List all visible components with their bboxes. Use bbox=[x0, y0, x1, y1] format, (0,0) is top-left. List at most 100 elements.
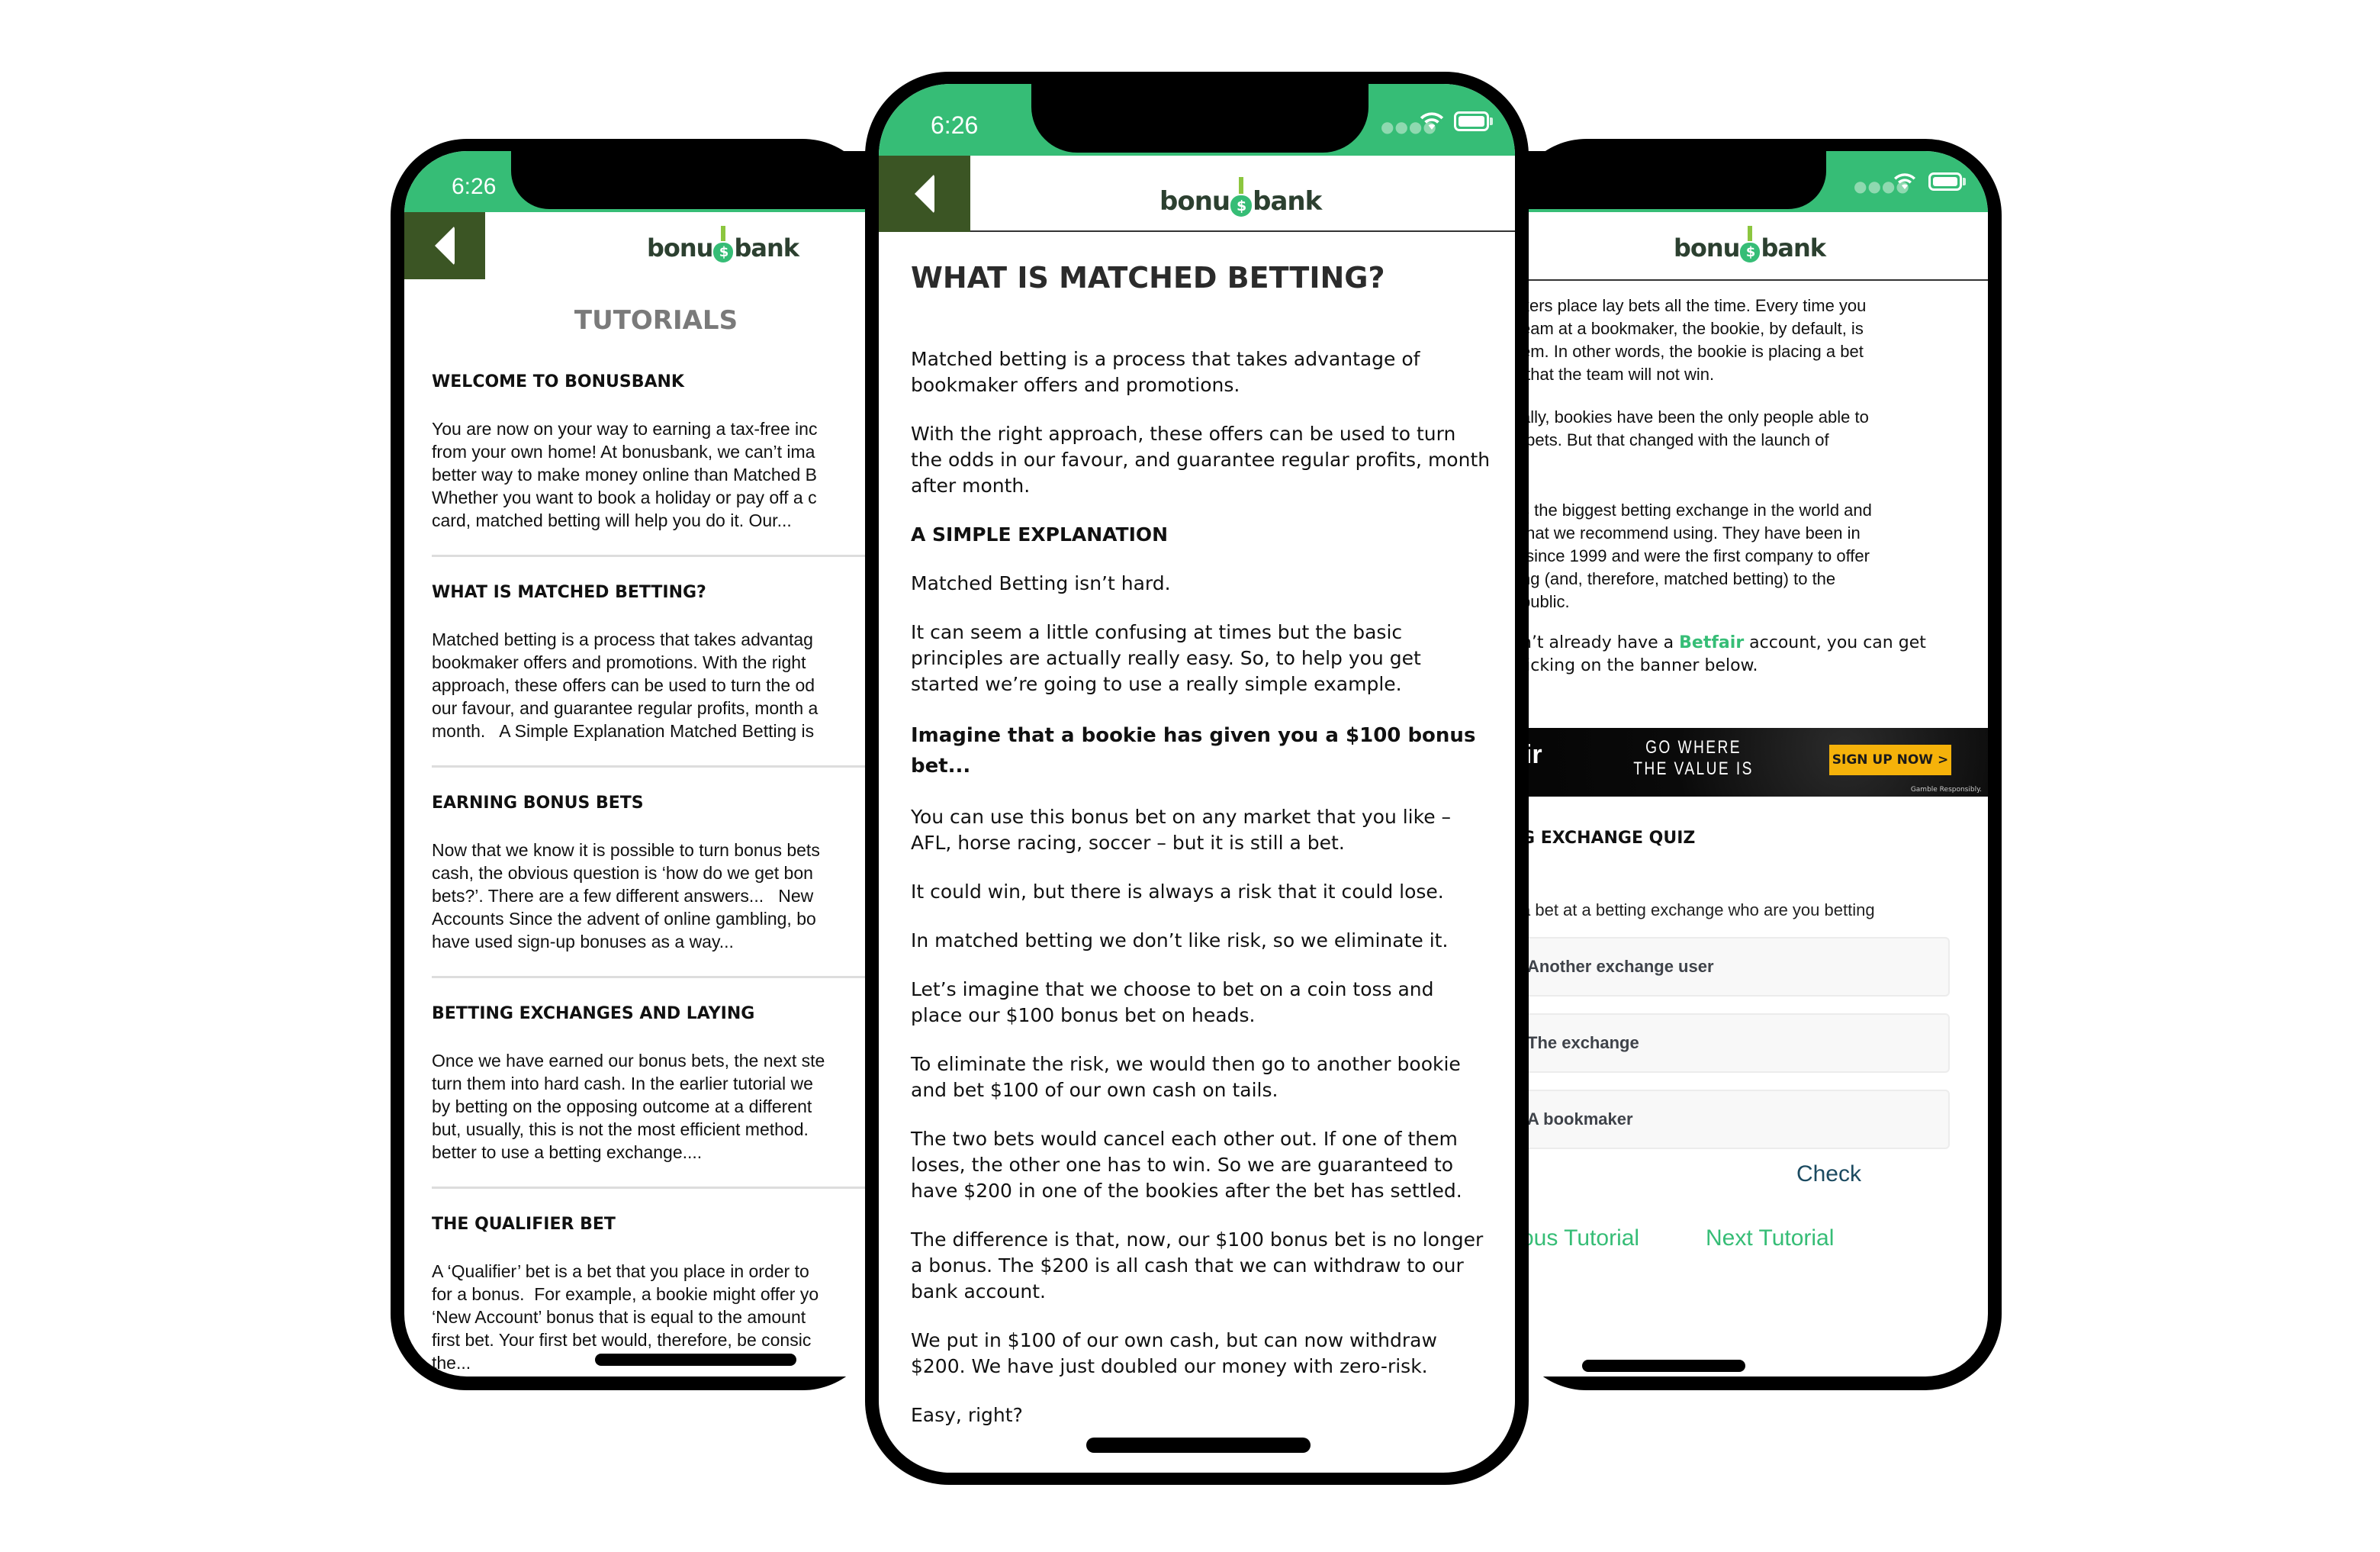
home-indicator bbox=[1086, 1438, 1311, 1453]
tutorial-title: EARNING BONUS BETS bbox=[432, 794, 644, 813]
center-phone-screen: 6:26 ●●●● bonu $ bank WHAT IS MATCHED BE… bbox=[879, 84, 1515, 1473]
paragraph-line: ally, bookies have been the only people … bbox=[1521, 407, 1869, 427]
excerpt-line: turn them into hard cash. In the earlier… bbox=[432, 1074, 813, 1093]
left-phone: 6:26 bonu $ bank TUTORIALS WELCOME TO BO… bbox=[391, 139, 892, 1390]
paragraph-line: public. bbox=[1521, 592, 1570, 611]
left-phone-screen: 6:26 bonu $ bank TUTORIALS WELCOME TO BO… bbox=[404, 151, 892, 1377]
article-paragraph: We put in $100 of our own cash, but can … bbox=[911, 1329, 1437, 1377]
quiz-option[interactable]: The exchange bbox=[1510, 1013, 1950, 1073]
back-arrow-icon bbox=[915, 174, 934, 214]
bonusbank-logo: bonu $ bank bbox=[1674, 226, 1826, 262]
article-paragraph: In matched betting we don’t like risk, s… bbox=[911, 929, 1449, 951]
excerpt-line: Once we have earned our bonus bets, the … bbox=[432, 1051, 825, 1071]
excerpt-line: bets?’. There are a few different answer… bbox=[432, 886, 814, 906]
leaf-icon bbox=[721, 226, 726, 241]
tutorial-excerpt: You are now on your way to earning a tax… bbox=[432, 417, 892, 532]
quiz-option[interactable]: A bookmaker bbox=[1510, 1090, 1950, 1149]
money-bag-icon: $ bbox=[1230, 177, 1253, 217]
article-paragraph: ally, bookies have been the only people … bbox=[1521, 406, 1979, 452]
excerpt-line: Now that we know it is possible to turn … bbox=[432, 840, 820, 860]
home-indicator bbox=[595, 1354, 796, 1366]
paragraph-line: ng (and, therefore, matched betting) to … bbox=[1521, 569, 1836, 588]
back-button[interactable] bbox=[404, 212, 485, 279]
emphasis-paragraph: Imagine that a bookie has given you a $1… bbox=[911, 724, 1476, 778]
back-arrow-icon bbox=[435, 226, 455, 266]
article-paragraph: It could win, but there is always a risk… bbox=[911, 881, 1444, 903]
next-tutorial-link[interactable]: Next Tutorial bbox=[1706, 1225, 1834, 1251]
paragraph-line: since 1999 and were the first company to… bbox=[1521, 546, 1870, 565]
betfair-banner[interactable]: air E GO WHERE THE VALUE IS SIGN UP NOW … bbox=[1510, 728, 1988, 797]
home-indicator bbox=[1582, 1360, 1745, 1372]
excerpt-line: but, usually, this is not the most effic… bbox=[432, 1119, 809, 1139]
article-paragraph: The difference is that, now, our $100 bo… bbox=[911, 1228, 1484, 1302]
article-paragraph: kers place lay bets all the time. Every … bbox=[1521, 295, 1979, 386]
excerpt-line: cash, the obvious question is ‘how do we… bbox=[432, 863, 813, 883]
tutorial-item[interactable]: THE QUALIFIER BET A ‘Qualifier’ bet is a … bbox=[432, 1215, 892, 1374]
betfair-paragraph: n’t already have a Betfair account, you … bbox=[1521, 633, 1926, 675]
back-button[interactable] bbox=[879, 156, 970, 232]
betfair-link[interactable]: Betfair bbox=[1679, 633, 1744, 652]
article-paragraph: Let’s imagine that we choose to bet on a… bbox=[911, 978, 1434, 1026]
status-bar: 6:26 bbox=[404, 151, 892, 212]
tutorial-item[interactable]: EARNING BONUS BETS Now that we know it is… bbox=[432, 794, 892, 953]
article-paragraph: Matched betting is a process that takes … bbox=[911, 348, 1420, 396]
status-time: 6:26 bbox=[452, 174, 497, 199]
previous-tutorial-link[interactable]: ous Tutorial bbox=[1521, 1225, 1639, 1251]
divider bbox=[432, 555, 892, 557]
excerpt-line: approach, these offers can be used to tu… bbox=[432, 675, 815, 695]
excerpt-line: You are now on your way to earning a tax… bbox=[432, 419, 818, 439]
quiz-question: a bet at a betting exchange who are you … bbox=[1521, 900, 1875, 919]
article-paragraph: The two bets would cancel each other out… bbox=[911, 1128, 1462, 1202]
paragraph-line: em. In other words, the bookie is placin… bbox=[1521, 342, 1864, 361]
quiz-options: Another exchange user The exchange A bookm… bbox=[1510, 937, 1950, 1166]
status-bar: ●●●● bbox=[1510, 151, 1988, 212]
check-button[interactable]: Check bbox=[1510, 1161, 1861, 1187]
bonusbank-logo: bonu $ bank bbox=[1159, 177, 1322, 217]
article-body: Matched betting is a process that takes … bbox=[911, 346, 1491, 1451]
page-title: TUTORIALS bbox=[574, 305, 738, 336]
status-time: 6:26 bbox=[931, 111, 979, 139]
paragraph-line: that the team will not win. bbox=[1521, 365, 1715, 384]
leaf-icon bbox=[1239, 177, 1244, 194]
tutorial-item[interactable]: WHAT IS MATCHED BETTING? Matched betting … bbox=[432, 583, 892, 742]
article-paragraph: s the biggest betting exchange in the wo… bbox=[1521, 499, 1979, 613]
center-phone: 6:26 ●●●● bonu $ bank WHAT IS MATCHED BE… bbox=[865, 72, 1529, 1485]
tutorial-item[interactable]: WELCOME TO BONUSBANK You are now on your … bbox=[432, 372, 892, 532]
tutorial-excerpt: Once we have earned our bonus bets, the … bbox=[432, 1049, 892, 1164]
article-body: kers place lay bets all the time. Every … bbox=[1521, 295, 1979, 633]
bonusbank-logo: bonu $ bank bbox=[647, 226, 799, 262]
divider bbox=[432, 1187, 892, 1189]
excerpt-line: better to use a betting exchange.... bbox=[432, 1142, 703, 1162]
excerpt-line: month. A Simple Explanation Matched Bett… bbox=[432, 721, 815, 741]
excerpt-line: better way to make money online than Mat… bbox=[432, 465, 818, 485]
notch bbox=[1510, 151, 1826, 209]
article-paragraph: With the right approach, these offers ca… bbox=[911, 423, 1491, 497]
gamble-disclaimer: Gamble Responsibly. bbox=[1910, 786, 1982, 794]
excerpt-line: A ‘Qualifier’ bet is a bet that you plac… bbox=[432, 1261, 809, 1281]
battery-icon bbox=[1454, 111, 1493, 131]
article-paragraph: It can seem a little confusing at times … bbox=[911, 621, 1421, 695]
divider bbox=[432, 976, 892, 978]
article-paragraph: Easy, right? bbox=[911, 1404, 1023, 1426]
tutorial-title: WELCOME TO BONUSBANK bbox=[432, 372, 684, 391]
excerpt-line: Whether you want to book a holiday or pa… bbox=[432, 488, 817, 507]
excerpt-line: for a bonus. For example, a bookie might… bbox=[432, 1284, 819, 1304]
divider bbox=[432, 765, 892, 768]
tutorial-title: BETTING EXCHANGES AND LAYING bbox=[432, 1004, 755, 1023]
notch bbox=[1031, 84, 1368, 153]
excerpt-line: ‘New Account’ bonus that is equal to the… bbox=[432, 1307, 806, 1327]
quiz-title: G EXCHANGE QUIZ bbox=[1521, 829, 1696, 848]
quiz-option[interactable]: Another exchange user bbox=[1510, 937, 1950, 997]
sign-up-button[interactable]: SIGN UP NOW > bbox=[1829, 745, 1951, 775]
excerpt-line: by betting on the opposing outcome at a … bbox=[432, 1096, 812, 1116]
article-title: WHAT IS MATCHED BETTING? bbox=[911, 261, 1385, 295]
wifi-icon bbox=[1420, 112, 1444, 130]
notch bbox=[511, 151, 892, 209]
tutorial-item[interactable]: BETTING EXCHANGES AND LAYING Once we have… bbox=[432, 1004, 892, 1164]
excerpt-line: first bet. Your first bet would, therefo… bbox=[432, 1330, 812, 1350]
money-bag-icon: $ bbox=[1740, 226, 1761, 262]
wifi-icon bbox=[1894, 173, 1915, 189]
article-paragraph: To eliminate the risk, we would then go … bbox=[911, 1053, 1461, 1101]
banner-headline: GO WHERE THE VALUE IS bbox=[1633, 737, 1754, 779]
paragraph-line: s the biggest betting exchange in the wo… bbox=[1521, 501, 1872, 520]
